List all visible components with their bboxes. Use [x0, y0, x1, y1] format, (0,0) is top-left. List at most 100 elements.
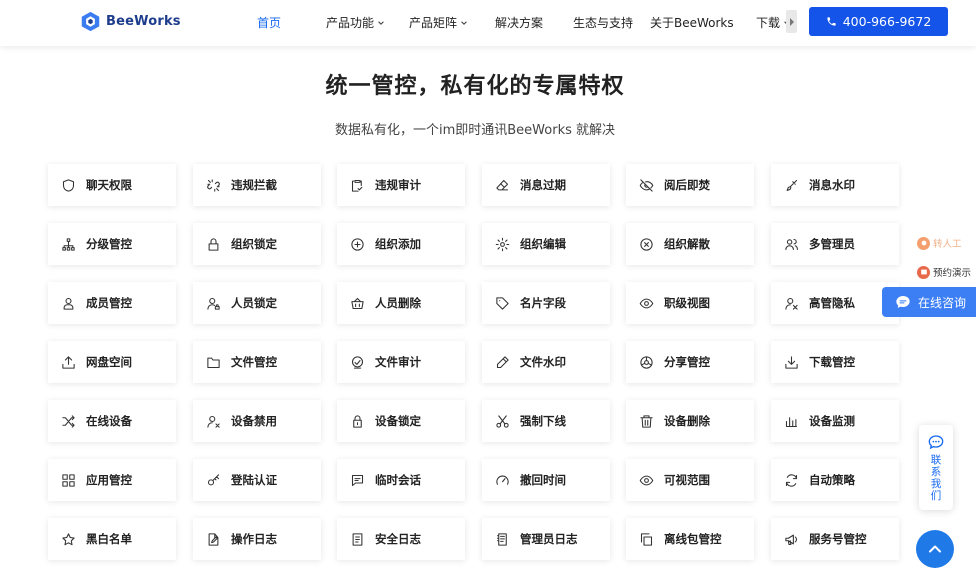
feature-card[interactable]: 自动策略 [771, 459, 899, 501]
feature-label: 下载管控 [809, 355, 855, 369]
feature-card[interactable]: 文件审计 [337, 341, 465, 383]
feature-card[interactable]: 安全日志 [337, 518, 465, 560]
feature-label: 多管理员 [809, 237, 855, 251]
feature-card[interactable]: 强制下线 [482, 400, 610, 442]
share-icon [640, 355, 653, 369]
eye-off-icon [639, 178, 654, 192]
clipboard-check-icon [351, 179, 363, 192]
feature-card[interactable]: 文件管控 [193, 341, 321, 383]
feature-card[interactable]: 可视范围 [626, 459, 754, 501]
feature-label: 阅后即焚 [664, 178, 710, 192]
gear-icon [495, 237, 510, 251]
feature-card[interactable]: 违规审计 [337, 164, 465, 206]
feature-card[interactable]: 高管隐私 [771, 282, 899, 324]
feature-card[interactable]: 组织编辑 [482, 223, 610, 265]
nav-item-solutions[interactable]: 解决方案 [495, 14, 543, 31]
feature-card[interactable]: 人员删除 [337, 282, 465, 324]
basket-icon [351, 297, 364, 309]
user-lock-icon [207, 297, 220, 310]
feature-card[interactable]: 成员管控 [48, 282, 176, 324]
brand-name: BeeWorks [106, 14, 181, 29]
feature-card[interactable]: 离线包管控 [626, 518, 754, 560]
feature-card[interactable]: 操作日志 [193, 518, 321, 560]
feature-card[interactable]: 职级视图 [626, 282, 754, 324]
feature-label: 名片字段 [520, 296, 566, 310]
nav-scroll-button[interactable] [786, 10, 797, 33]
book-demo-button[interactable]: 预约演示 [914, 262, 971, 282]
feature-label: 违规审计 [375, 178, 421, 192]
feature-label: 临时会话 [375, 473, 421, 487]
nav-item-home[interactable]: 首页 [257, 14, 281, 31]
nav-item-about[interactable]: 关于BeeWorks [650, 14, 734, 31]
feature-card[interactable]: 阅后即焚 [626, 164, 754, 206]
feature-label: 成员管控 [86, 296, 132, 310]
feature-card[interactable]: 组织锁定 [193, 223, 321, 265]
nav-item-ecosystem[interactable]: 生态与支持 [573, 14, 633, 31]
feature-card[interactable]: 人员锁定 [193, 282, 321, 324]
feature-card[interactable]: 消息过期 [482, 164, 610, 206]
top-nav: BeeWorks 首页 产品功能 产品矩阵 解决方案 生态与支持 关于BeeWo… [0, 0, 976, 46]
feature-label: 违规拦截 [231, 178, 277, 192]
feature-label: 设备锁定 [375, 414, 421, 428]
phone-button[interactable]: 400-966-9672 [809, 7, 948, 36]
brand-logo[interactable]: BeeWorks [80, 11, 181, 32]
nav-label: 关于BeeWorks [650, 16, 734, 30]
x-circle-icon [640, 237, 653, 251]
feature-card[interactable]: 临时会话 [337, 459, 465, 501]
feature-card[interactable]: 违规拦截 [193, 164, 321, 206]
nav-label: 首页 [257, 16, 282, 30]
feature-card[interactable]: 黑白名单 [48, 518, 176, 560]
copy-icon [640, 532, 653, 546]
shuffle-icon [62, 414, 75, 428]
eraser-icon [496, 179, 509, 190]
feature-card[interactable]: 设备删除 [626, 400, 754, 442]
feature-label: 自动策略 [809, 473, 855, 487]
feature-label: 分级管控 [86, 237, 132, 251]
feature-card[interactable]: 网盘空间 [48, 341, 176, 383]
folder-icon [207, 357, 220, 368]
feature-card[interactable]: 文件水印 [482, 341, 610, 383]
feature-label: 登陆认证 [231, 473, 277, 487]
chat-icon [351, 474, 364, 486]
feature-card[interactable]: 服务号管控 [771, 518, 899, 560]
feature-label: 消息水印 [809, 178, 855, 192]
feature-label: 文件管控 [231, 355, 277, 369]
feature-card[interactable]: 组织添加 [337, 223, 465, 265]
feature-card[interactable]: 组织解散 [626, 223, 754, 265]
feature-card[interactable]: 聊天权限 [48, 164, 176, 206]
feature-label: 消息过期 [520, 178, 566, 192]
feature-card[interactable]: 撤回时间 [482, 459, 610, 501]
phone-number: 400-966-9672 [842, 14, 932, 29]
transfer-human-button[interactable]: 转人工 [914, 233, 962, 253]
users-icon [785, 238, 798, 250]
feature-card[interactable]: 设备监测 [771, 400, 899, 442]
contact-us-label: 联系我们 [930, 454, 942, 502]
feature-card[interactable]: 名片字段 [482, 282, 610, 324]
back-to-top-button[interactable] [916, 530, 954, 568]
feature-card[interactable]: 设备锁定 [337, 400, 465, 442]
upload-icon [62, 355, 75, 369]
feature-label: 应用管控 [86, 473, 132, 487]
phone-icon [827, 17, 836, 26]
feature-card[interactable]: 多管理员 [771, 223, 899, 265]
feature-label: 管理员日志 [520, 532, 578, 546]
feature-label: 服务号管控 [809, 532, 867, 546]
feature-card[interactable]: 分级管控 [48, 223, 176, 265]
feature-card[interactable]: 分享管控 [626, 341, 754, 383]
feature-card[interactable]: 管理员日志 [482, 518, 610, 560]
feature-card[interactable]: 在线设备 [48, 400, 176, 442]
feature-card[interactable]: 应用管控 [48, 459, 176, 501]
feature-label: 可视范围 [664, 473, 710, 487]
feature-label: 聊天权限 [86, 178, 132, 192]
feature-card[interactable]: 消息水印 [771, 164, 899, 206]
feature-card[interactable]: 设备禁用 [193, 400, 321, 442]
feature-card[interactable]: 下载管控 [771, 341, 899, 383]
contact-us-panel[interactable]: 联系我们 [919, 425, 953, 510]
online-consult-button[interactable]: 在线咨询 [882, 287, 976, 317]
nav-item-features[interactable]: 产品功能 [326, 14, 385, 31]
feature-label: 设备禁用 [231, 414, 277, 428]
chevron-right-icon [789, 17, 794, 26]
nav-item-products[interactable]: 产品矩阵 [409, 14, 468, 31]
online-consult-label: 在线咨询 [918, 295, 967, 310]
feature-card[interactable]: 登陆认证 [193, 459, 321, 501]
